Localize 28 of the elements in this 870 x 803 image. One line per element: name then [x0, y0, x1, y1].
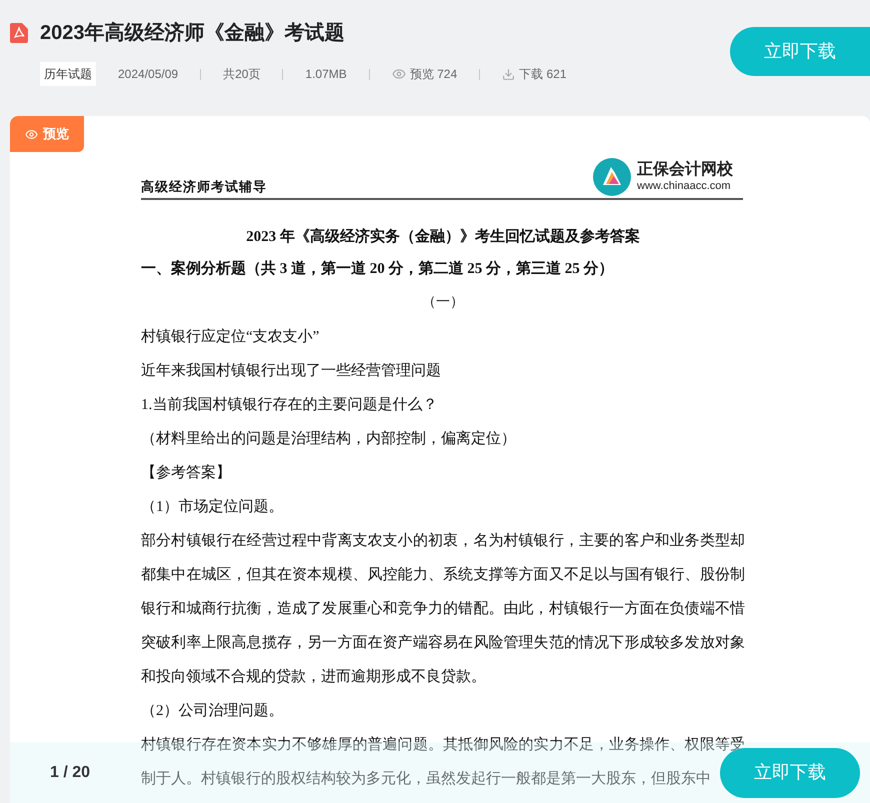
paragraph: 村镇银行应定位“支农支小”: [141, 327, 320, 347]
paragraph: （材料里给出的问题是治理结构，内部控制，偏离定位）: [141, 429, 517, 449]
view-count: 预览 724: [410, 66, 458, 83]
paragraph: 近年来我国村镇银行出现了一些经营管理问题: [141, 362, 442, 381]
category-tag: 历年试题: [40, 62, 96, 86]
logo-name: 正保会计网校: [637, 160, 733, 180]
download-button[interactable]: 立即下载: [730, 27, 870, 76]
section-heading: 一、案例分析题（共 3 道，第一道 20 分，第二道 25 分，第三道 25 分）: [141, 258, 614, 279]
question-number: （一）: [421, 294, 465, 312]
file-size: 1.07MB: [305, 66, 347, 83]
logo-url: www.chinaacc.com: [637, 180, 732, 194]
paragraph: 【参考答案】: [141, 463, 232, 483]
download-count: 下载 621: [519, 66, 566, 83]
page-indicator: 1 / 20: [50, 762, 90, 782]
logo-icon: [593, 158, 631, 196]
document-title: 2023年高级经济师《金融》考试题: [40, 20, 344, 46]
paragraph: （1）市场定位问题。: [141, 497, 284, 517]
upload-date: 2024/05/09: [118, 66, 178, 83]
running-head: 高级经济师考试辅导: [141, 178, 267, 196]
paragraph: （2）公司治理问题。: [141, 702, 284, 721]
paragraph: 1.当前我国村镇银行存在的主要问题是什么？: [141, 395, 438, 415]
eye-icon: [392, 67, 406, 81]
paragraph: 部分村镇银行在经营过程中背离支农支小的初衷，名为村镇银行，主要的客户和业务类型却都集中在城区，但其在资本规模、风控能力、系统支撑等方面又不足以与国有银行、股份制银行和城商行抗衡，造成了发展重心和竞争力的错配。由此，村镇银行一方面在负债端不惜突破利率上限高息揽存，另一方面在资产端容易在风险管理失范的情况下形成较多发放对象和投向领域不合规的贷款，进而逾期形成不良贷款。: [141, 531, 745, 687]
pdf-icon: [10, 23, 28, 43]
document-title: 2023 年《高级经济实务（金融）》考生回忆试题及参考答案: [245, 226, 641, 247]
preview-badge: 预览: [10, 116, 84, 152]
page-count: 共20页: [223, 66, 260, 83]
download-icon: [502, 68, 516, 80]
